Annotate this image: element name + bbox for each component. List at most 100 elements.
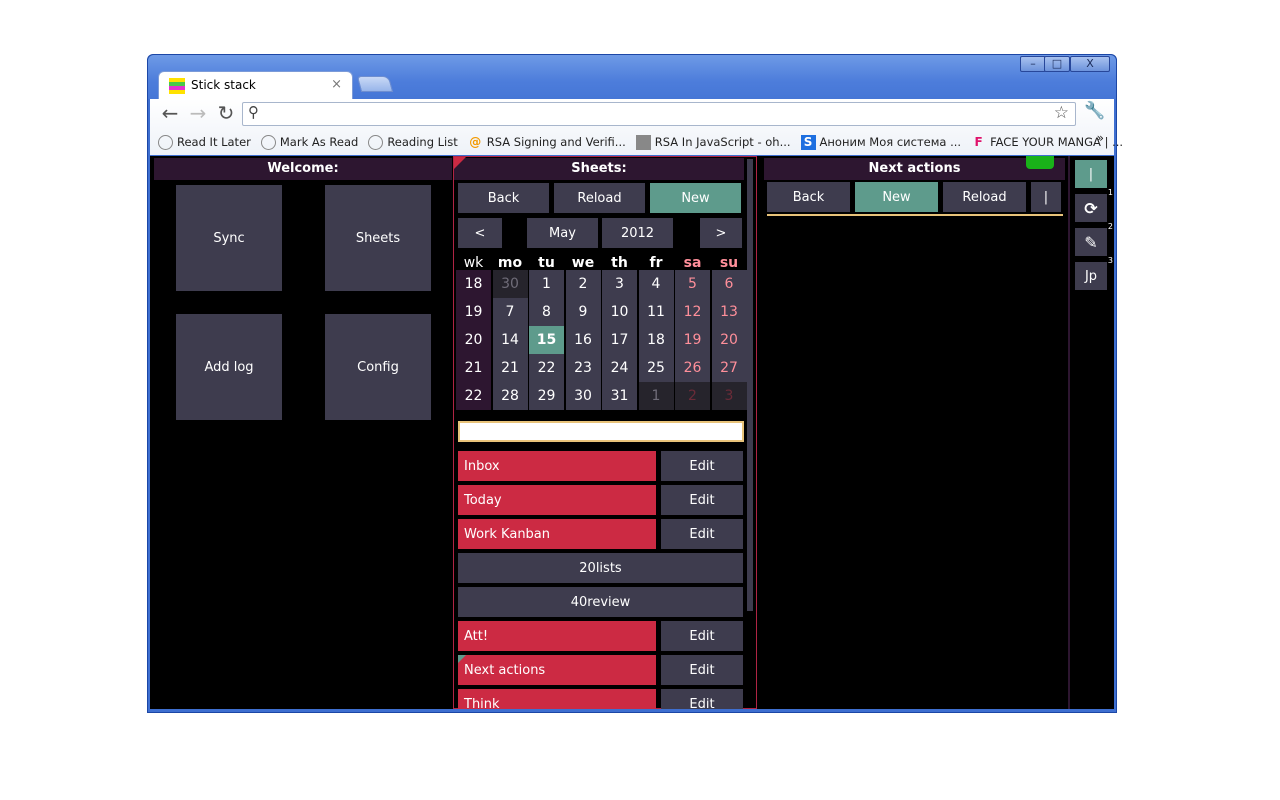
edit-today-button[interactable]: Edit [661,485,743,515]
edit-next-actions-button[interactable]: Edit [661,655,743,685]
calendar-day-other-month[interactable]: 1 [638,382,674,410]
calendar-day[interactable]: 26 [675,354,710,382]
calendar-day[interactable]: 9 [565,298,601,326]
sheets-new-button[interactable]: New [650,183,741,213]
sync-tool-button[interactable]: ⟳ 1 [1075,188,1113,222]
list-item-inbox[interactable]: Inbox [458,451,656,481]
sheets-scrollbar[interactable] [747,159,753,611]
calendar-grid: wk mo tu we th fr sa su 18 30 1 2 3 4 5 6 19 7 8 9 10 11 12 13 2… [456,249,747,419]
list-item-today[interactable]: Today [458,485,656,515]
calendar-year-select[interactable]: 2012 [602,218,673,248]
calendar-day[interactable]: 12 [675,298,710,326]
back-arrow-icon[interactable]: ← [158,101,182,125]
calendar-day[interactable]: 30 [565,382,601,410]
list-item-think[interactable]: Think [458,689,656,709]
tool-badge: 2 [1107,222,1113,231]
sheet-filter-input[interactable] [458,421,744,442]
close-window-button[interactable]: X [1070,56,1110,72]
image-icon [635,134,651,150]
bookmark-mark-as-read[interactable]: Mark As Read [260,134,358,150]
pencil-icon: ✎ [1084,232,1098,252]
forward-arrow-icon[interactable]: → [186,101,210,125]
calendar-day-other-month[interactable]: 30 [492,270,528,298]
next-actions-back-button[interactable]: Back [767,182,850,212]
calendar-day[interactable]: 24 [602,354,637,382]
side-tool-bar-button[interactable]: | [1075,160,1107,188]
list-item-40review[interactable]: 40review [458,587,743,617]
bookmark-star-icon[interactable]: ☆ [1054,103,1069,123]
wrench-icon[interactable]: 🔧 [1084,101,1105,121]
stickstack-favicon-icon [169,78,185,94]
calendar-next-button[interactable]: > [700,218,742,248]
edit-inbox-button[interactable]: Edit [661,451,743,481]
sync-tile[interactable]: Sync [176,185,282,291]
calendar-day-today[interactable]: 15 [529,326,564,354]
add-log-tile[interactable]: Add log [176,314,282,420]
address-bar[interactable]: ⚲ ☆ [242,102,1076,126]
calendar-day[interactable]: 14 [492,326,528,354]
jp-label: Jp [1084,268,1098,284]
calendar-month-select[interactable]: May [527,218,598,248]
bookmark-reading-list[interactable]: Reading List [368,134,458,150]
list-item-next-actions[interactable]: Next actions [458,655,656,685]
calendar-day-other-month[interactable]: 2 [675,382,710,410]
calendar-day[interactable]: 23 [565,354,601,382]
calendar-day[interactable]: 28 [492,382,528,410]
edit-work-kanban-button[interactable]: Edit [661,519,743,549]
bookmark-anonim[interactable]: S Аноним Моя система ... [800,134,961,150]
calendar-day[interactable]: 4 [638,270,674,298]
sheets-reload-button[interactable]: Reload [554,183,645,213]
new-tab-button[interactable] [356,76,394,92]
next-actions-more-button[interactable]: | [1031,182,1061,212]
calendar-day[interactable]: 7 [492,298,528,326]
next-actions-new-button[interactable]: New [855,182,938,212]
next-actions-reload-button[interactable]: Reload [943,182,1026,212]
calendar-day[interactable]: 17 [602,326,637,354]
tab-title: Stick stack [191,78,256,92]
list-item-20lists[interactable]: 20lists [458,553,743,583]
jp-tool-button[interactable]: Jp 3 [1075,256,1113,290]
calendar-day[interactable]: 27 [711,354,747,382]
calendar-day[interactable]: 18 [638,326,674,354]
calendar-day[interactable]: 29 [529,382,564,410]
bookmark-rsa-javascript[interactable]: RSA In JavaScript - oh... [635,134,791,150]
maximize-button[interactable]: □ [1044,56,1070,72]
calendar-day[interactable]: 25 [638,354,674,382]
calendar-day[interactable]: 6 [711,270,747,298]
bookmark-rsa-signing[interactable]: @ RSA Signing and Verifi... [468,135,626,150]
minimize-button[interactable]: – [1020,56,1046,72]
sheets-back-button[interactable]: Back [458,183,549,213]
calendar-day[interactable]: 8 [529,298,564,326]
edit-think-button[interactable]: Edit [661,689,743,709]
calendar-day[interactable]: 2 [565,270,601,298]
calendar-day[interactable]: 3 [602,270,637,298]
sheets-tile[interactable]: Sheets [325,185,431,291]
bookmarks-overflow-icon[interactable]: » [1097,131,1104,145]
calendar-day[interactable]: 22 [529,354,564,382]
bookmark-label: Read It Later [177,135,251,149]
calendar-day[interactable]: 5 [675,270,710,298]
calendar-day[interactable]: 21 [492,354,528,382]
active-marker [458,655,466,663]
calendar-day[interactable]: 1 [529,270,564,298]
edit-tool-button[interactable]: ✎ 2 [1075,222,1113,256]
calendar-prev-button[interactable]: < [458,218,502,248]
browser-tab[interactable]: Stick stack × [158,71,353,99]
list-item-att[interactable]: Att! [458,621,656,651]
browser-window: – □ X Stick stack × ← → ↻ ⚲ ☆ 🔧 Read It … [147,54,1123,713]
calendar-day[interactable]: 13 [711,298,747,326]
edit-att-button[interactable]: Edit [661,621,743,651]
list-item-work-kanban[interactable]: Work Kanban [458,519,656,549]
calendar-day[interactable]: 20 [711,326,747,354]
week-number: 18 [456,270,491,298]
tab-close-icon[interactable]: × [331,77,342,92]
config-tile[interactable]: Config [325,314,431,420]
calendar-day-other-month[interactable]: 3 [711,382,747,410]
calendar-day[interactable]: 31 [602,382,637,410]
calendar-day[interactable]: 10 [602,298,637,326]
calendar-day[interactable]: 19 [675,326,710,354]
reload-icon[interactable]: ↻ [214,101,238,125]
bookmark-read-it-later[interactable]: Read It Later [158,134,251,150]
calendar-day[interactable]: 11 [638,298,674,326]
calendar-day[interactable]: 16 [565,326,601,354]
